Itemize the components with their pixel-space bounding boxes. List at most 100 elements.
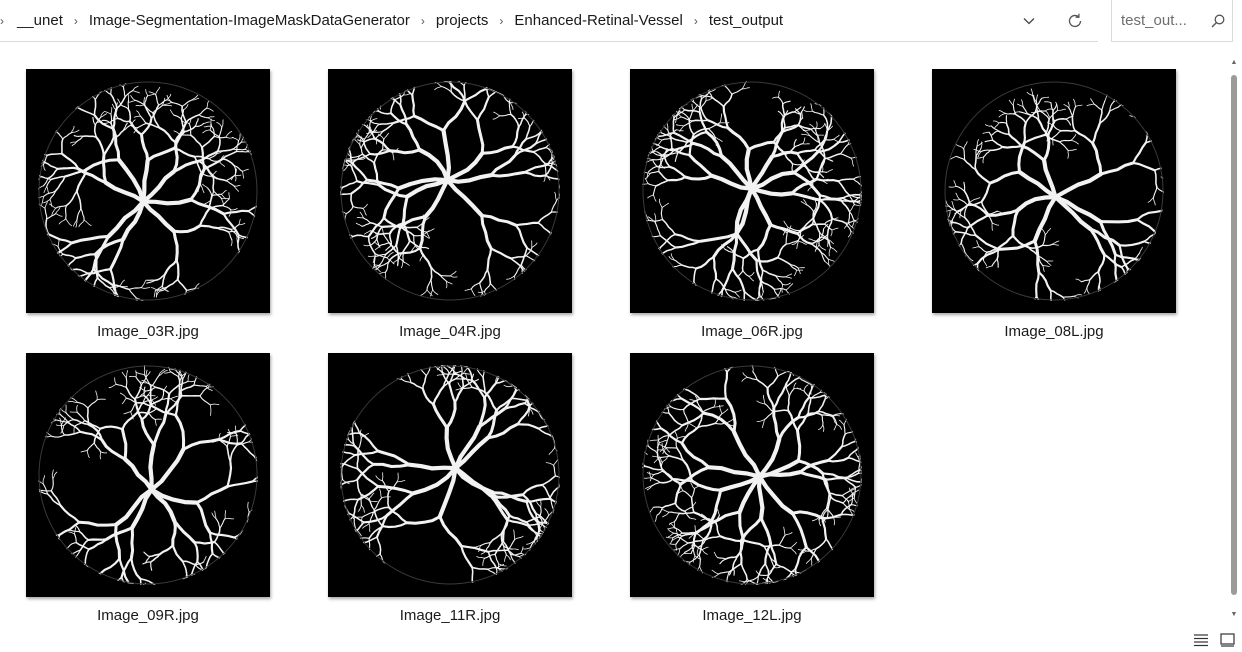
vessel-line bbox=[1012, 98, 1015, 106]
vessel-line bbox=[140, 287, 151, 289]
vessel-line bbox=[706, 305, 714, 313]
address-bar[interactable]: › __unet › Image-Segmentation-ImageMaskD… bbox=[0, 0, 1098, 42]
search-input[interactable]: test_out... bbox=[1121, 12, 1204, 29]
vessel-line bbox=[782, 594, 783, 597]
vessel-line bbox=[766, 386, 775, 410]
vessel-line bbox=[1067, 148, 1077, 151]
chevron-right-icon[interactable]: › bbox=[0, 14, 12, 28]
vessel-line bbox=[197, 574, 200, 582]
file-item[interactable]: Image_06R.jpg bbox=[627, 69, 877, 349]
vessel-line bbox=[740, 563, 748, 581]
vessel-line bbox=[534, 548, 541, 557]
vessel-line bbox=[978, 246, 988, 253]
vessel-line bbox=[984, 289, 991, 297]
refresh-button[interactable] bbox=[1052, 0, 1098, 42]
chevron-right-icon[interactable]: › bbox=[493, 14, 509, 28]
vessel-line bbox=[482, 366, 485, 378]
vessel-line bbox=[328, 464, 331, 468]
chevron-right-icon[interactable]: › bbox=[415, 14, 431, 28]
vessel-line bbox=[1162, 220, 1164, 224]
vessel-line bbox=[50, 478, 54, 492]
vessel-line bbox=[328, 501, 333, 502]
vessel-line bbox=[701, 313, 708, 314]
vessel-line bbox=[407, 462, 458, 471]
scroll-down-arrow-icon[interactable]: ▼ bbox=[1230, 611, 1238, 619]
vessel-line bbox=[739, 353, 747, 358]
vessel-line bbox=[853, 424, 859, 432]
large-icons-view-button[interactable] bbox=[1218, 631, 1236, 649]
vessel-line bbox=[870, 467, 874, 472]
scroll-up-arrow-icon[interactable]: ▲ bbox=[1230, 59, 1238, 67]
file-item[interactable]: Image_09R.jpg bbox=[23, 353, 273, 633]
vessel-line bbox=[521, 483, 544, 496]
vessel-line bbox=[513, 95, 521, 104]
vertical-scrollbar[interactable]: ▲ ▼ bbox=[1226, 55, 1242, 625]
vessel-line bbox=[363, 138, 377, 143]
vessel-line bbox=[150, 561, 153, 571]
vessel-line bbox=[660, 233, 676, 248]
vessel-line bbox=[996, 258, 999, 268]
vessel-line bbox=[773, 584, 781, 585]
file-item[interactable]: Image_11R.jpg bbox=[325, 353, 575, 633]
vessel-line bbox=[51, 434, 65, 438]
file-item[interactable]: Image_08L.jpg bbox=[929, 69, 1179, 349]
file-item[interactable]: Image_04R.jpg bbox=[325, 69, 575, 349]
chevron-right-icon[interactable]: › bbox=[688, 14, 704, 28]
vessel-line bbox=[1090, 98, 1095, 105]
vessel-line bbox=[49, 130, 58, 133]
vessel-line bbox=[957, 252, 962, 261]
vessel-line bbox=[647, 216, 656, 224]
vessel-line bbox=[470, 583, 474, 585]
vessel-line bbox=[1039, 110, 1050, 120]
breadcrumb-item-unet[interactable]: __unet bbox=[12, 12, 68, 29]
search-box[interactable]: test_out... bbox=[1111, 0, 1233, 42]
vessel-line bbox=[96, 573, 101, 585]
vessel-line bbox=[550, 518, 560, 525]
vessel-line bbox=[331, 137, 339, 138]
vessel-line bbox=[963, 148, 966, 161]
vessel-line bbox=[673, 259, 683, 266]
vessel-line bbox=[708, 353, 719, 357]
vessel-line bbox=[26, 281, 30, 291]
file-name: Image_06R.jpg bbox=[701, 323, 803, 340]
vessel-line bbox=[266, 466, 270, 475]
vessel-line bbox=[664, 445, 671, 453]
vessel-line bbox=[642, 427, 643, 433]
vessel-line bbox=[398, 75, 403, 80]
vessel-line bbox=[182, 368, 188, 380]
vessel-line bbox=[1151, 281, 1159, 286]
vessel-line bbox=[481, 365, 485, 368]
vessel-line bbox=[953, 252, 959, 261]
vessel-line bbox=[963, 159, 977, 171]
vessel-line bbox=[1046, 260, 1052, 266]
vessel-line bbox=[753, 588, 756, 595]
vessel-line bbox=[833, 516, 835, 526]
address-dropdown-button[interactable] bbox=[1006, 0, 1052, 42]
chevron-right-icon[interactable]: › bbox=[68, 14, 84, 28]
vessel-line bbox=[203, 572, 206, 584]
breadcrumb-item-enhanced-retinal-vessel[interactable]: Enhanced-Retinal-Vessel bbox=[509, 12, 687, 29]
breadcrumb-item-projects[interactable]: projects bbox=[431, 12, 494, 29]
vessel-line bbox=[233, 555, 241, 561]
search-icon[interactable] bbox=[1204, 13, 1232, 29]
vessel-line bbox=[642, 254, 648, 257]
vessel-line bbox=[1168, 158, 1175, 164]
breadcrumb-item-image-segmentation[interactable]: Image-Segmentation-ImageMaskDataGenerato… bbox=[84, 12, 415, 29]
vessel-line bbox=[362, 561, 372, 565]
vessel-line bbox=[352, 205, 364, 209]
vessel-line bbox=[375, 475, 384, 482]
vessel-line bbox=[688, 109, 694, 121]
vessel-line bbox=[863, 172, 868, 176]
vessel-line bbox=[486, 69, 489, 80]
vessel-line bbox=[558, 476, 560, 488]
file-item[interactable]: Image_03R.jpg bbox=[23, 69, 273, 349]
vessel-line bbox=[175, 365, 182, 368]
scrollbar-thumb[interactable] bbox=[1231, 75, 1237, 595]
details-view-button[interactable] bbox=[1192, 631, 1210, 649]
vessel-line bbox=[170, 101, 183, 107]
vessel-line bbox=[543, 534, 551, 538]
vessel-line bbox=[687, 421, 697, 428]
breadcrumb-item-test-output[interactable]: test_output bbox=[704, 12, 788, 29]
vessel-line bbox=[73, 533, 77, 544]
file-item[interactable]: Image_12L.jpg bbox=[627, 353, 877, 633]
